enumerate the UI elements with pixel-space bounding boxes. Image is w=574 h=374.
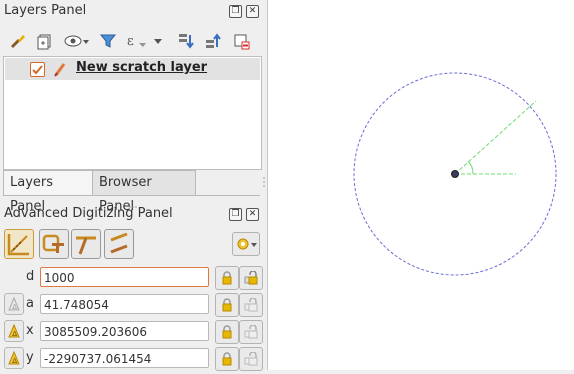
expand-all-icon[interactable]: [176, 31, 196, 51]
advanced-digitizing-title: Advanced Digitizing Panel: [4, 206, 173, 221]
splitter-handle[interactable]: [128, 198, 138, 208]
eye-visibility-icon[interactable]: [63, 31, 91, 51]
lock-distance-icon[interactable]: [215, 266, 239, 290]
tab-browser-panel[interactable]: Browser Panel: [92, 170, 196, 214]
angle-arc: [467, 160, 474, 175]
parallel-icon[interactable]: [104, 229, 134, 259]
layer-visibility-checkbox[interactable]: [30, 62, 45, 77]
perpendicular-icon[interactable]: [71, 229, 101, 259]
angle-field[interactable]: 41.748054: [40, 294, 209, 314]
repeat-lock-angle-icon[interactable]: [239, 293, 263, 317]
layer-name-label: New scratch layer: [76, 60, 208, 75]
a-label: a: [26, 296, 34, 311]
close-icon[interactable]: ✕: [246, 5, 259, 18]
distance-field[interactable]: 1000: [40, 267, 209, 287]
y-label: y: [26, 350, 34, 365]
lock-y-icon[interactable]: [215, 347, 239, 371]
remove-layer-icon[interactable]: [231, 31, 251, 51]
float-icon[interactable]: ❐: [229, 208, 242, 221]
construction-mode-icon[interactable]: [39, 229, 69, 259]
expression-filter-icon[interactable]: ε: [126, 31, 148, 51]
repeat-lock-x-icon[interactable]: [239, 320, 263, 344]
relative-angle-icon[interactable]: Δ: [4, 293, 24, 315]
y-coordinate-field[interactable]: -2290737.061454: [40, 348, 209, 368]
float-icon[interactable]: ❐: [229, 5, 242, 18]
layer-item-new-scratch-layer[interactable]: New scratch layer: [5, 58, 260, 80]
svg-text:ε: ε: [127, 34, 134, 49]
relative-x-icon[interactable]: Δ: [4, 320, 24, 342]
x-coordinate-field[interactable]: 3085509.203606: [40, 321, 209, 341]
add-group-icon[interactable]: [35, 31, 55, 51]
svg-text:Δ: Δ: [12, 303, 17, 311]
edit-pencil-icon: [53, 61, 67, 77]
dock-splitter-handle[interactable]: [262, 176, 266, 188]
relative-y-icon[interactable]: Δ: [4, 347, 24, 369]
origin-point: [451, 170, 459, 178]
filter-icon[interactable]: [98, 31, 118, 51]
svg-text:Δ: Δ: [12, 357, 17, 365]
map-canvas[interactable]: [267, 0, 574, 370]
lock-angle-icon[interactable]: [215, 293, 239, 317]
style-brush-icon[interactable]: [8, 31, 28, 51]
close-icon[interactable]: ✕: [246, 208, 259, 221]
map-canvas-drawing: [353, 72, 557, 276]
gear-icon[interactable]: [232, 232, 260, 256]
tab-layers-panel[interactable]: Layers Panel: [3, 170, 93, 214]
repeat-lock-y-icon[interactable]: [239, 347, 263, 371]
x-label: x: [26, 323, 34, 338]
d-label: d: [26, 269, 35, 284]
dropdown-arrow-icon[interactable]: [152, 31, 164, 51]
layers-panel-title: Layers Panel: [4, 3, 87, 18]
lock-x-icon[interactable]: [215, 320, 239, 344]
collapse-all-icon[interactable]: [203, 31, 223, 51]
tab-underline: [3, 195, 260, 196]
svg-text:Δ: Δ: [12, 330, 17, 338]
angle-guide-line: [454, 100, 537, 175]
repeat-lock-distance-icon[interactable]: [239, 266, 263, 290]
layer-tree[interactable]: New scratch layer: [3, 56, 262, 170]
enable-advanced-digitizing-icon[interactable]: [4, 229, 34, 259]
